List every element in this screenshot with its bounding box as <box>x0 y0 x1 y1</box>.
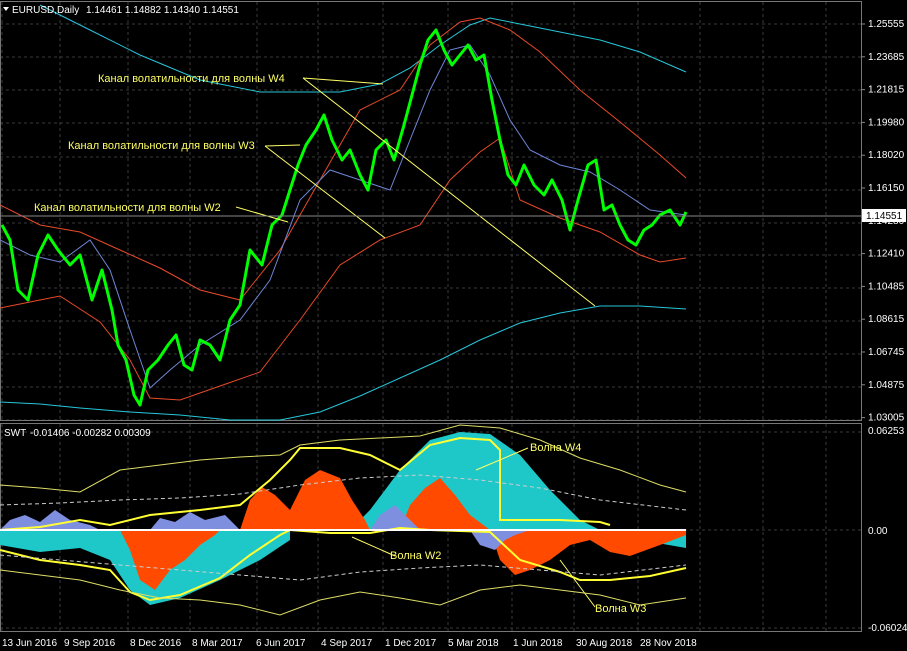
oscillator <box>0 424 687 616</box>
dropdown-arrow-icon[interactable] <box>3 7 9 11</box>
price-tick-label: 1.19980 <box>868 117 905 128</box>
sub-tick-label: -0.06024 <box>868 623 907 634</box>
price-tick-label: 1.21815 <box>868 85 905 96</box>
date-tick-label: 28 Nov 2018 <box>640 638 697 649</box>
sub-indicator-name: SWT <box>4 428 26 439</box>
sub-annotation-w3: Волна W3 <box>595 603 646 615</box>
price-tick-label: 1.23685 <box>868 52 905 63</box>
price-tick-label: 1.04875 <box>868 380 905 391</box>
osc-white-outer-lower <box>0 569 687 616</box>
sub-tick-label: 0.06253 <box>868 426 905 437</box>
date-tick-label: 9 Sep 2016 <box>64 638 116 649</box>
price-tick-label: 1.18020 <box>868 150 905 161</box>
price-tick-label: 1.16150 <box>868 183 905 194</box>
price-tick-label: 1.10485 <box>868 281 905 292</box>
osc-blue-2 <box>150 512 240 530</box>
annotation-w3: Канал волатильности для волны W3 <box>68 140 255 152</box>
date-tick-label: 5 Mar 2018 <box>448 638 499 649</box>
price-tick-label: 1.08615 <box>868 314 905 325</box>
date-axis[interactable]: 13 Jun 2016 9 Sep 2016 8 Dec 2016 8 Mar 201… <box>2 638 697 649</box>
ohlc-values: 1.14461 1.14882 1.14340 1.14551 <box>86 5 239 16</box>
date-tick-label: 1 Dec 2017 <box>385 638 437 649</box>
date-tick-label: 13 Jun 2016 <box>2 638 57 649</box>
date-tick-label: 30 Aug 2018 <box>576 638 633 649</box>
cyan-long-band-lower <box>0 305 687 421</box>
annotation-w4: Канал волатильности для волны W4 <box>98 73 285 85</box>
price-tick-label: 1.25555 <box>868 19 905 30</box>
osc-dashed-lower <box>0 554 687 581</box>
date-tick-label: 8 Dec 2016 <box>130 638 182 649</box>
trading-terminal-chart: Канал волатильности для волны W4 Канал в… <box>0 1 907 649</box>
date-tick-label: 1 Jun 2018 <box>513 638 563 649</box>
sub-price-axis[interactable]: 0.06253 0.00 -0.06024 <box>868 426 907 634</box>
sub-annotation-w2: Волна W2 <box>390 550 441 562</box>
current-price-label: 1.14551 <box>866 211 903 222</box>
price-tick-label: 1.06745 <box>868 347 905 358</box>
price-tick-label: 1.03005 <box>868 413 905 424</box>
sub-tick-label: 0.00 <box>868 526 888 537</box>
date-tick-label: 8 Mar 2017 <box>192 638 243 649</box>
price-tick-label: 1.12410 <box>868 249 905 260</box>
annotation-w2: Канал волатильности для волны W2 <box>34 202 221 214</box>
date-tick-label: 4 Sep 2017 <box>321 638 373 649</box>
sub-indicator-values: -0.01406 -0.00282 0.00309 <box>30 428 151 439</box>
date-tick-label: 6 Jun 2017 <box>256 638 306 649</box>
sub-annotation-w4: Волна W4 <box>530 442 581 454</box>
symbol-label: EURUSD,Daily <box>12 5 79 16</box>
price-candles <box>0 28 688 407</box>
